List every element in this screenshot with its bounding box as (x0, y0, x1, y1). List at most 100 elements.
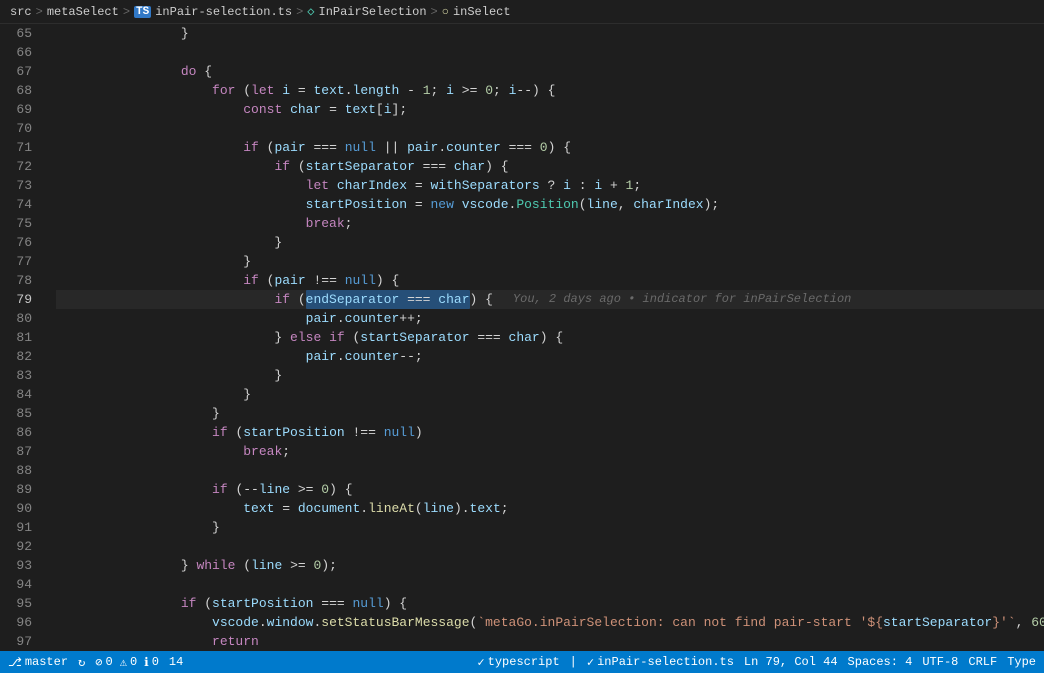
breadcrumb-sep3: > (296, 5, 303, 19)
code-line-83: } (56, 366, 1044, 385)
ln-74: 74 (0, 195, 42, 214)
errors-count: 0 (106, 655, 113, 669)
ln-82: 82 (0, 347, 42, 366)
ln-96: 96 (0, 613, 42, 632)
code-line-80: pair.counter++; (56, 309, 1044, 328)
ln-71: 71 (0, 138, 42, 157)
code-line-72: if (startSeparator === char) { (56, 157, 1044, 176)
code-line-69: const char = text[i]; (56, 100, 1044, 119)
breadcrumb-metaselect[interactable]: metaSelect (47, 5, 119, 19)
ln-77: 77 (0, 252, 42, 271)
breadcrumb-method-icon: ○ (442, 5, 449, 19)
code-line-89: if (--line >= 0) { (56, 480, 1044, 499)
breadcrumb: src > metaSelect > TS inPair-selection.t… (0, 0, 1044, 24)
code-line-93: } while (line >= 0); (56, 556, 1044, 575)
problems-label: 14 (169, 655, 183, 669)
ln-69: 69 (0, 100, 42, 119)
ln-70: 70 (0, 119, 42, 138)
checkmark-file-icon: ✓ (587, 655, 594, 670)
git-blame-line79: You, 2 days ago • indicator for inPairSe… (513, 290, 851, 309)
code-line-76: } (56, 233, 1044, 252)
statusbar-left: ⎇ master ↻ ⊘ 0 ⚠ 0 ℹ 0 14 (8, 655, 183, 670)
warning-icon: ⚠ (120, 655, 127, 670)
breadcrumb-class[interactable]: InPairSelection (319, 5, 427, 19)
code-line-87: break; (56, 442, 1044, 461)
breadcrumb-filename[interactable]: inPair-selection.ts (155, 5, 292, 19)
position-indicator[interactable]: Ln 79, Col 44 (744, 655, 838, 669)
ln-94: 94 (0, 575, 42, 594)
code-line-86: if (startPosition !== null) (56, 423, 1044, 442)
ln-88: 88 (0, 461, 42, 480)
ln-92: 92 (0, 537, 42, 556)
ln-68: 68 (0, 81, 42, 100)
ln-67: 67 (0, 62, 42, 81)
type-indicator[interactable]: Type (1007, 655, 1036, 669)
ln-75: 75 (0, 214, 42, 233)
encoding-label: UTF-8 (922, 655, 958, 669)
code-line-84: } (56, 385, 1044, 404)
breadcrumb-method[interactable]: inSelect (453, 5, 511, 19)
separator: | (570, 655, 577, 669)
sync-button[interactable]: ↻ (78, 655, 85, 670)
ln-79: 79 (0, 290, 42, 309)
info-count: 0 (152, 655, 159, 669)
branch-name: master (25, 655, 68, 669)
code-line-75: break; (56, 214, 1044, 233)
ln-97: 97 (0, 632, 42, 651)
error-icon: ⊘ (95, 655, 102, 670)
info-icon: ℹ (144, 655, 149, 670)
code-line-68: for (let i = text.length - 1; i >= 0; i-… (56, 81, 1044, 100)
code-line-66 (56, 43, 1044, 62)
ln-80: 80 (0, 309, 42, 328)
file-label: inPair-selection.ts (597, 655, 734, 669)
code-line-96: vscode.window.setStatusBarMessage(`metaG… (56, 613, 1044, 632)
code-line-91: } (56, 518, 1044, 537)
ln-86: 86 (0, 423, 42, 442)
ln-90: 90 (0, 499, 42, 518)
file-indicator[interactable]: ✓ inPair-selection.ts (587, 655, 734, 670)
code-lines[interactable]: } do { for (let i = text.length - 1; i >… (52, 24, 1044, 651)
code-line-74: startPosition = new vscode.Position(line… (56, 195, 1044, 214)
spaces-indicator[interactable]: Spaces: 4 (848, 655, 913, 669)
ln-91: 91 (0, 518, 42, 537)
ln-81: 81 (0, 328, 42, 347)
line-ending-indicator[interactable]: CRLF (968, 655, 997, 669)
errors-indicator[interactable]: ⊘ 0 ⚠ 0 ℹ 0 (95, 655, 159, 670)
ln-85: 85 (0, 404, 42, 423)
statusbar: ⎇ master ↻ ⊘ 0 ⚠ 0 ℹ 0 14 ✓ typescript |… (0, 651, 1044, 673)
breadcrumb-class-icon: ◇ (307, 4, 314, 19)
ln-83: 83 (0, 366, 42, 385)
code-line-79: if (endSeparator === char) { You, 2 days… (56, 290, 1044, 309)
branch-indicator[interactable]: ⎇ master (8, 655, 68, 670)
code-line-94 (56, 575, 1044, 594)
ln-76: 76 (0, 233, 42, 252)
code-line-65: } (56, 24, 1044, 43)
ln-84: 84 (0, 385, 42, 404)
ln-65: 65 (0, 24, 42, 43)
code-line-81: } else if (startSeparator === char) { (56, 328, 1044, 347)
code-line-70 (56, 119, 1044, 138)
breadcrumb-src[interactable]: src (10, 5, 32, 19)
ln-89: 89 (0, 480, 42, 499)
problems-count[interactable]: 14 (169, 655, 183, 669)
line-ending-label: CRLF (968, 655, 997, 669)
language-indicator[interactable]: ✓ typescript (477, 655, 559, 670)
warnings-count: 0 (130, 655, 137, 669)
encoding-indicator[interactable]: UTF-8 (922, 655, 958, 669)
code-line-97: return (56, 632, 1044, 651)
breadcrumb-sep1: > (36, 5, 43, 19)
ln-78: 78 (0, 271, 42, 290)
code-line-77: } (56, 252, 1044, 271)
git-branch-icon: ⎇ (8, 655, 22, 670)
code-line-92 (56, 537, 1044, 556)
breadcrumb-sep2: > (123, 5, 130, 19)
code-line-73: let charIndex = withSeparators ? i : i +… (56, 176, 1044, 195)
ts-file-icon: TS (134, 6, 151, 18)
code-line-85: } (56, 404, 1044, 423)
code-line-71: if (pair === null || pair.counter === 0)… (56, 138, 1044, 157)
position-label: Ln 79, Col 44 (744, 655, 838, 669)
ln-73: 73 (0, 176, 42, 195)
statusbar-right: ✓ typescript | ✓ inPair-selection.ts Ln … (477, 655, 1036, 670)
ln-93: 93 (0, 556, 42, 575)
ln-87: 87 (0, 442, 42, 461)
